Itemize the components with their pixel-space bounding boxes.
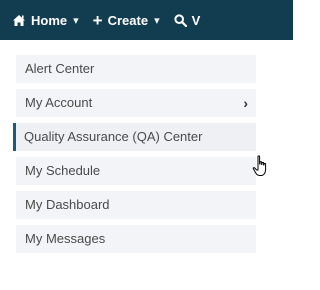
nav-create-label: Create <box>107 12 149 28</box>
chevron-right-icon: › <box>243 95 248 111</box>
search-icon <box>173 13 187 27</box>
nav-view-label: V <box>191 12 201 28</box>
menu-item-qa-center[interactable]: Quality Assurance (QA) Center <box>13 123 256 151</box>
menu-item-label: My Schedule <box>25 163 101 178</box>
home-dropdown-menu: Alert Center My Account › Quality Assura… <box>13 55 256 259</box>
chevron-down-icon: ▾ <box>154 14 160 27</box>
menu-item-my-messages[interactable]: My Messages <box>16 225 256 253</box>
menu-item-my-schedule[interactable]: My Schedule <box>16 157 256 185</box>
nav-home[interactable]: Home ▾ <box>0 0 79 40</box>
menu-item-label: Quality Assurance (QA) Center <box>24 129 203 144</box>
menu-item-label: Alert Center <box>25 61 95 76</box>
menu-item-my-account[interactable]: My Account › <box>16 89 256 117</box>
menu-item-label: My Messages <box>25 231 106 246</box>
nav-create[interactable]: + Create ▾ <box>93 0 160 40</box>
home-icon <box>12 14 26 27</box>
hand-pointer-icon <box>252 155 272 182</box>
plus-icon: + <box>92 10 103 30</box>
nav-view[interactable]: V <box>173 0 201 40</box>
top-nav-bar: Home ▾ + Create ▾ V <box>0 0 293 40</box>
menu-item-alert-center[interactable]: Alert Center <box>16 55 256 83</box>
menu-item-label: My Account <box>25 95 93 110</box>
chevron-down-icon: ▾ <box>73 14 79 27</box>
menu-item-label: My Dashboard <box>25 197 110 212</box>
nav-home-label: Home <box>31 12 68 28</box>
menu-item-my-dashboard[interactable]: My Dashboard <box>16 191 256 219</box>
